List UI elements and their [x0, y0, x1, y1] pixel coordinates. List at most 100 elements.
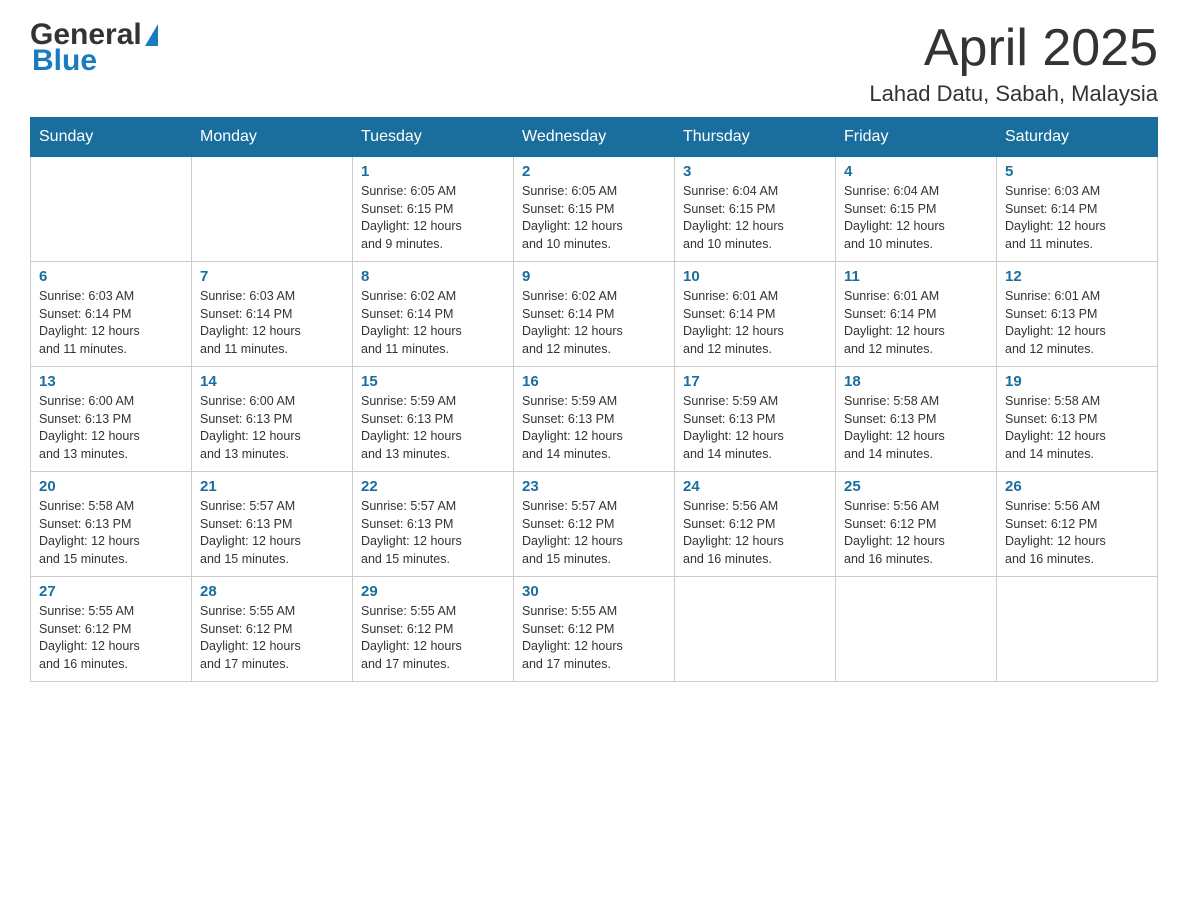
weekday-header-thursday: Thursday [675, 118, 836, 157]
day-info: Sunrise: 5:59 AM Sunset: 6:13 PM Dayligh… [683, 393, 827, 463]
weekday-header-monday: Monday [192, 118, 353, 157]
week-row-4: 20Sunrise: 5:58 AM Sunset: 6:13 PM Dayli… [31, 472, 1158, 577]
day-number: 8 [361, 268, 505, 285]
day-number: 23 [522, 478, 666, 495]
day-info: Sunrise: 6:03 AM Sunset: 6:14 PM Dayligh… [200, 288, 344, 358]
weekday-header-sunday: Sunday [31, 118, 192, 157]
day-info: Sunrise: 6:01 AM Sunset: 6:14 PM Dayligh… [683, 288, 827, 358]
calendar-cell: 15 Sunrise: 5:59 AM Sunset: 6:13 PM Dayli… [353, 367, 514, 472]
day-number: 7 [200, 268, 344, 285]
day-number: 12 [1005, 268, 1149, 285]
day-number: 11 [844, 268, 988, 285]
day-info: Sunrise: 5:59 AM Sunset: 6:13 PM Dayligh… [361, 393, 505, 463]
calendar-cell: 5 Sunrise: 6:03 AM Sunset: 6:14 PM Daylig… [997, 157, 1158, 262]
day-number: 21 [200, 478, 344, 495]
day-number: 5 [1005, 163, 1149, 180]
calendar-cell: 8 Sunrise: 6:02 AM Sunset: 6:14 PM Daylig… [353, 262, 514, 367]
month-title: April 2025 [869, 20, 1158, 77]
day-number: 15 [361, 373, 505, 390]
calendar-cell: 4 Sunrise: 6:04 AM Sunset: 6:15 PM Daylig… [836, 157, 997, 262]
week-row-3: 13 Sunrise: 6:00 AM Sunset: 6:13 PM Dayli… [31, 367, 1158, 472]
day-info: Sunrise: 5:56 AM Sunset: 6:12 PM Dayligh… [683, 498, 827, 568]
logo-blue-text: Blue [32, 44, 159, 78]
day-info: Sunrise: 5:57 AM Sunset: 6:12 PM Dayligh… [522, 498, 666, 568]
day-info: Sunrise: 5:55 AM Sunset: 6:12 PM Dayligh… [200, 603, 344, 673]
day-info: Sunrise: 6:04 AM Sunset: 6:15 PM Dayligh… [844, 183, 988, 253]
calendar-cell [675, 577, 836, 682]
day-number: 2 [522, 163, 666, 180]
day-number: 30 [522, 583, 666, 600]
day-number: 4 [844, 163, 988, 180]
calendar-cell: 24 Sunrise: 5:56 AM Sunset: 6:12 PM Dayli… [675, 472, 836, 577]
calendar-cell: 1 Sunrise: 6:05 AM Sunset: 6:15 PM Daylig… [353, 157, 514, 262]
calendar-cell: 30 Sunrise: 5:55 AM Sunset: 6:12 PM Dayli… [514, 577, 675, 682]
calendar-cell: 27 Sunrise: 5:55 AM Sunset: 6:12 PM Dayli… [31, 577, 192, 682]
calendar-cell [997, 577, 1158, 682]
day-number: 26 [1005, 478, 1149, 495]
day-number: 28 [200, 583, 344, 600]
page-header: General Blue April 2025 Lahad Datu, Saba… [30, 20, 1158, 107]
calendar-cell: 26 Sunrise: 5:56 AM Sunset: 6:12 PM Dayli… [997, 472, 1158, 577]
day-info: Sunrise: 6:03 AM Sunset: 6:14 PM Dayligh… [39, 288, 183, 358]
day-info: Sunrise: 6:03 AM Sunset: 6:14 PM Dayligh… [1005, 183, 1149, 253]
day-number: 22 [361, 478, 505, 495]
day-info: Sunrise: 6:01 AM Sunset: 6:14 PM Dayligh… [844, 288, 988, 358]
day-info: Sunrise: 5:59 AM Sunset: 6:13 PM Dayligh… [522, 393, 666, 463]
calendar-cell: 11 Sunrise: 6:01 AM Sunset: 6:14 PM Dayli… [836, 262, 997, 367]
calendar-cell: 20Sunrise: 5:58 AM Sunset: 6:13 PM Dayli… [31, 472, 192, 577]
day-number: 13 [39, 373, 183, 390]
week-row-2: 6 Sunrise: 6:03 AM Sunset: 6:14 PM Daylig… [31, 262, 1158, 367]
logo: General Blue [30, 20, 159, 78]
day-info: Sunrise: 6:01 AM Sunset: 6:13 PM Dayligh… [1005, 288, 1149, 358]
day-info: Sunrise: 6:05 AM Sunset: 6:15 PM Dayligh… [522, 183, 666, 253]
calendar-cell: 28 Sunrise: 5:55 AM Sunset: 6:12 PM Dayli… [192, 577, 353, 682]
day-info: Sunrise: 5:55 AM Sunset: 6:12 PM Dayligh… [39, 603, 183, 673]
day-number: 24 [683, 478, 827, 495]
day-info: Sunrise: 5:56 AM Sunset: 6:12 PM Dayligh… [1005, 498, 1149, 568]
calendar-cell: 19 Sunrise: 5:58 AM Sunset: 6:13 PM Dayli… [997, 367, 1158, 472]
day-info: Sunrise: 6:04 AM Sunset: 6:15 PM Dayligh… [683, 183, 827, 253]
logo-triangle-icon [145, 24, 158, 46]
calendar-cell: 3 Sunrise: 6:04 AM Sunset: 6:15 PM Daylig… [675, 157, 836, 262]
weekday-header-row: SundayMondayTuesdayWednesdayThursdayFrid… [31, 118, 1158, 157]
title-block: April 2025 Lahad Datu, Sabah, Malaysia [869, 20, 1158, 107]
day-number: 16 [522, 373, 666, 390]
weekday-header-wednesday: Wednesday [514, 118, 675, 157]
day-info: Sunrise: 6:00 AM Sunset: 6:13 PM Dayligh… [200, 393, 344, 463]
day-info: Sunrise: 6:00 AM Sunset: 6:13 PM Dayligh… [39, 393, 183, 463]
calendar-cell: 2 Sunrise: 6:05 AM Sunset: 6:15 PM Daylig… [514, 157, 675, 262]
day-number: 25 [844, 478, 988, 495]
calendar-cell: 23 Sunrise: 5:57 AM Sunset: 6:12 PM Dayli… [514, 472, 675, 577]
calendar-cell [31, 157, 192, 262]
day-info: Sunrise: 6:05 AM Sunset: 6:15 PM Dayligh… [361, 183, 505, 253]
calendar-cell [192, 157, 353, 262]
day-number: 17 [683, 373, 827, 390]
calendar-cell: 9Sunrise: 6:02 AM Sunset: 6:14 PM Daylig… [514, 262, 675, 367]
day-number: 1 [361, 163, 505, 180]
day-info: Sunrise: 6:02 AM Sunset: 6:14 PM Dayligh… [361, 288, 505, 358]
day-info: Sunrise: 5:56 AM Sunset: 6:12 PM Dayligh… [844, 498, 988, 568]
calendar-cell: 25 Sunrise: 5:56 AM Sunset: 6:12 PM Dayli… [836, 472, 997, 577]
calendar-cell: 17 Sunrise: 5:59 AM Sunset: 6:13 PM Dayli… [675, 367, 836, 472]
week-row-5: 27 Sunrise: 5:55 AM Sunset: 6:12 PM Dayli… [31, 577, 1158, 682]
day-number: 19 [1005, 373, 1149, 390]
day-info: Sunrise: 5:55 AM Sunset: 6:12 PM Dayligh… [522, 603, 666, 673]
calendar-cell: 13 Sunrise: 6:00 AM Sunset: 6:13 PM Dayli… [31, 367, 192, 472]
day-number: 3 [683, 163, 827, 180]
weekday-header-saturday: Saturday [997, 118, 1158, 157]
calendar-cell: 10 Sunrise: 6:01 AM Sunset: 6:14 PM Dayli… [675, 262, 836, 367]
day-info: Sunrise: 5:58 AM Sunset: 6:13 PM Dayligh… [39, 498, 183, 568]
calendar-cell: 29Sunrise: 5:55 AM Sunset: 6:12 PM Dayli… [353, 577, 514, 682]
calendar-cell: 16 Sunrise: 5:59 AM Sunset: 6:13 PM Dayli… [514, 367, 675, 472]
calendar-cell: 21 Sunrise: 5:57 AM Sunset: 6:13 PM Dayli… [192, 472, 353, 577]
day-number: 10 [683, 268, 827, 285]
day-info: Sunrise: 5:58 AM Sunset: 6:13 PM Dayligh… [844, 393, 988, 463]
day-info: Sunrise: 5:58 AM Sunset: 6:13 PM Dayligh… [1005, 393, 1149, 463]
calendar-cell: 14 Sunrise: 6:00 AM Sunset: 6:13 PM Dayli… [192, 367, 353, 472]
day-number: 6 [39, 268, 183, 285]
day-number: 27 [39, 583, 183, 600]
day-info: Sunrise: 5:57 AM Sunset: 6:13 PM Dayligh… [200, 498, 344, 568]
location-title: Lahad Datu, Sabah, Malaysia [869, 81, 1158, 107]
day-number: 18 [844, 373, 988, 390]
day-number: 14 [200, 373, 344, 390]
